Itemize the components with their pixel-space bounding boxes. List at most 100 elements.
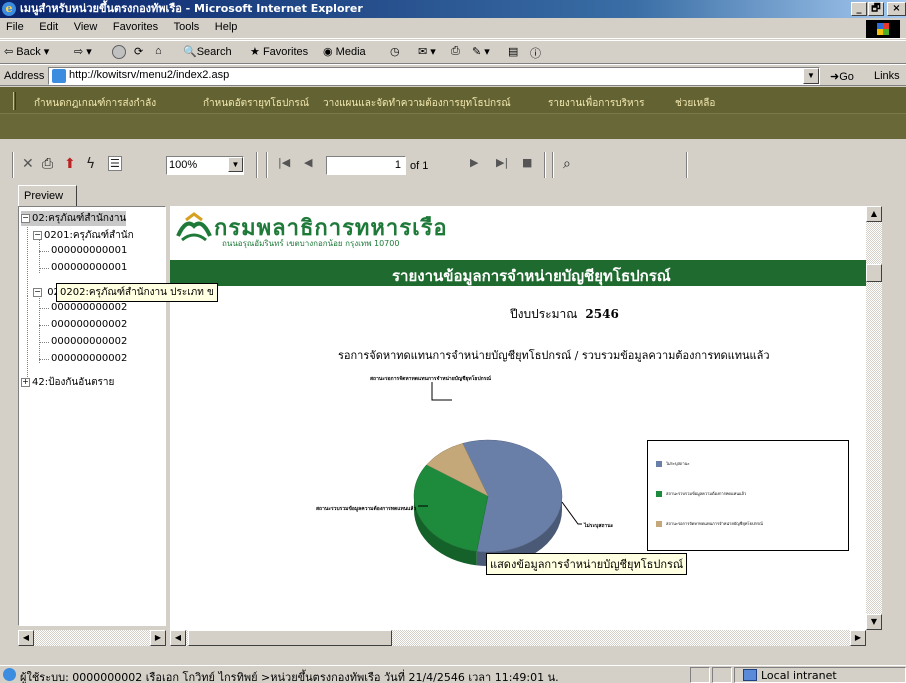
media-icon: ◉: [323, 46, 333, 58]
nav-item-planning[interactable]: วางแผนและจัดทำความต้องการยุทโธปกรณ์: [323, 96, 511, 111]
nav-item-help[interactable]: ช่วยเหลือ: [675, 96, 715, 111]
collapse-icon[interactable]: −: [33, 287, 42, 297]
close-button[interactable]: ×: [887, 2, 906, 16]
toggle-tree-icon[interactable]: ☰: [108, 156, 122, 171]
tree-leaf[interactable]: 000000000002: [51, 319, 127, 330]
toolbar-separator: [256, 152, 258, 178]
legend-label-0: ไม่ระบุสถานะ: [666, 461, 690, 466]
slice-label-right: ไม่ระบุสถานะ: [584, 523, 614, 529]
chart-tooltip: แสดงข้อมูลการจำหน่ายบัญชียุทโธปกรณ์: [486, 553, 688, 575]
scroll-up-icon[interactable]: ▲: [866, 206, 882, 222]
scroll-left-icon[interactable]: ◀: [18, 630, 34, 646]
home-icon: ⌂: [155, 45, 162, 57]
status-panel: [712, 667, 732, 683]
export-icon[interactable]: ⬆: [64, 156, 76, 172]
discuss-icon: ▤: [508, 46, 519, 58]
page-icon: [52, 69, 66, 83]
page-total: of 1: [410, 160, 429, 172]
tree-node-42[interactable]: +42:ป้องกันอันตราย: [21, 375, 114, 390]
favorites-button[interactable]: ★ Favorites: [250, 45, 308, 58]
tree-leaf[interactable]: 000000000002: [51, 302, 127, 313]
scroll-left-icon[interactable]: ◀: [170, 630, 186, 646]
mail-button[interactable]: ✉ ▾: [418, 45, 436, 58]
first-page-icon[interactable]: |◀: [278, 156, 290, 169]
edit-icon: ✎: [472, 46, 482, 58]
scroll-down-icon[interactable]: ▼: [866, 614, 882, 630]
print-icon: ⎙: [451, 45, 460, 57]
page-number-input[interactable]: 1: [326, 156, 406, 175]
zone-label: Local intranet: [761, 669, 837, 682]
collapse-icon[interactable]: −: [21, 213, 30, 223]
intranet-icon: [743, 669, 757, 681]
ie-page-icon: [3, 668, 16, 681]
print-report-icon[interactable]: ⎙: [42, 156, 53, 172]
menu-bar: File Edit View Favorites Tools Help: [0, 18, 906, 39]
tree-node-0201[interactable]: −0201:ครุภัณฑ์สำนัก: [33, 228, 134, 243]
print-button[interactable]: ⎙: [451, 45, 460, 58]
zoom-dropdown-button[interactable]: ▼: [228, 157, 243, 172]
home-button[interactable]: ⌂: [155, 45, 162, 57]
tree-leaf[interactable]: 000000000001: [51, 262, 127, 273]
zone-panel: Local intranet: [734, 667, 906, 683]
scroll-right-icon[interactable]: ▶: [850, 630, 866, 646]
nav-item-management-reports[interactable]: รายงานเพื่อการบริหาร: [548, 96, 645, 111]
refresh-icon: ⟳: [134, 46, 144, 58]
legend-label-1: สถานะรวบรวมข้อมูลความต้องการทดแทนแล้ว: [666, 491, 747, 496]
refresh-report-icon[interactable]: ϟ: [86, 156, 95, 172]
discuss-button[interactable]: ▤: [508, 45, 518, 58]
media-button[interactable]: ◉ Media: [323, 45, 366, 58]
ie-logo-icon: e: [2, 2, 16, 16]
go-button[interactable]: ➜Go: [830, 70, 854, 83]
menu-help[interactable]: Help: [209, 18, 244, 33]
prev-page-icon[interactable]: ◀: [304, 156, 312, 169]
tab-preview[interactable]: Preview: [18, 185, 77, 207]
close-report-icon[interactable]: ✕: [22, 156, 34, 172]
tree-leaf[interactable]: 000000000002: [51, 336, 127, 347]
menu-tools[interactable]: Tools: [168, 18, 206, 33]
slice-label-left: สถานะรวบรวมข้อมูลความต้องการทดแทนแล้ว: [316, 506, 417, 512]
history-button[interactable]: ◷: [390, 45, 400, 58]
back-button[interactable]: ⇦ Back ▾: [4, 45, 49, 58]
address-url: http://kowitsrv/menu2/index2.asp: [69, 69, 230, 81]
group-tree: −02:ครุภัณฑ์สำนักงาน −0201:ครุภัณฑ์สำนัก…: [18, 206, 166, 626]
stop-icon: [112, 45, 126, 59]
report-vscroll-thumb[interactable]: [866, 264, 882, 282]
favorites-icon: ★: [250, 46, 260, 58]
collapse-icon[interactable]: −: [33, 230, 42, 240]
last-page-icon[interactable]: ▶|: [496, 156, 508, 169]
forward-button[interactable]: ⇨ ▾: [74, 45, 92, 58]
menu-favorites[interactable]: Favorites: [107, 18, 164, 33]
toolbar-separator: [552, 152, 554, 178]
window-title-bar[interactable]: e เมนูสำหรับหน่วยขึ้นตรงกองทัพเรือ - Mic…: [0, 0, 906, 18]
stop-button[interactable]: [112, 45, 128, 59]
tree-leaf[interactable]: 000000000002: [51, 353, 127, 364]
messenger-button[interactable]: ⓘ: [530, 45, 541, 61]
legend-swatch-0: [656, 461, 662, 467]
search-button[interactable]: 🔍Search: [183, 45, 232, 58]
menu-file[interactable]: File: [0, 18, 30, 33]
nav-item-equipment-rates[interactable]: กำหนดอัตรายุทโธปกรณ์: [203, 96, 309, 111]
scroll-right-icon[interactable]: ▶: [150, 630, 166, 646]
slice-label-top: สถานะรอการจัดหาทดแทนการจำหน่ายบัญชียุทโธ…: [370, 376, 491, 382]
tree-horizontal-scrollbar[interactable]: [18, 630, 166, 646]
expand-icon[interactable]: +: [21, 377, 30, 387]
zoom-select[interactable]: 100% ▼: [166, 156, 244, 175]
address-input[interactable]: http://kowitsrv/menu2/index2.asp ▼: [48, 67, 820, 85]
stop-loading-icon[interactable]: ■: [522, 156, 532, 169]
tree-leaf[interactable]: 000000000001: [51, 245, 127, 256]
refresh-button[interactable]: ⟳: [134, 45, 143, 58]
address-dropdown-button[interactable]: ▼: [803, 68, 819, 84]
menu-view[interactable]: View: [68, 18, 104, 33]
status-bar: ผู้ใช้ระบบ: 0000000002 เรือเอก โกวิทย์ ไ…: [0, 665, 906, 683]
menu-edit[interactable]: Edit: [33, 18, 64, 33]
nav-item-supply-rules[interactable]: กำหนดกฎเกณฑ์การส่งกำลัง: [34, 96, 156, 111]
restore-button[interactable]: 🗗: [868, 2, 884, 16]
report-hscroll-thumb[interactable]: [188, 630, 392, 646]
status-text: ผู้ใช้ระบบ: 0000000002 เรือเอก โกวิทย์ ไ…: [20, 671, 559, 683]
edit-button[interactable]: ✎ ▾: [472, 45, 490, 58]
links-button[interactable]: Links: [874, 70, 900, 82]
next-page-icon[interactable]: ▶: [470, 156, 478, 169]
minimize-button[interactable]: _: [851, 2, 867, 16]
find-binoculars-icon[interactable]: ⌕: [563, 156, 571, 172]
tree-node-02[interactable]: −02:ครุภัณฑ์สำนักงาน: [21, 211, 127, 226]
